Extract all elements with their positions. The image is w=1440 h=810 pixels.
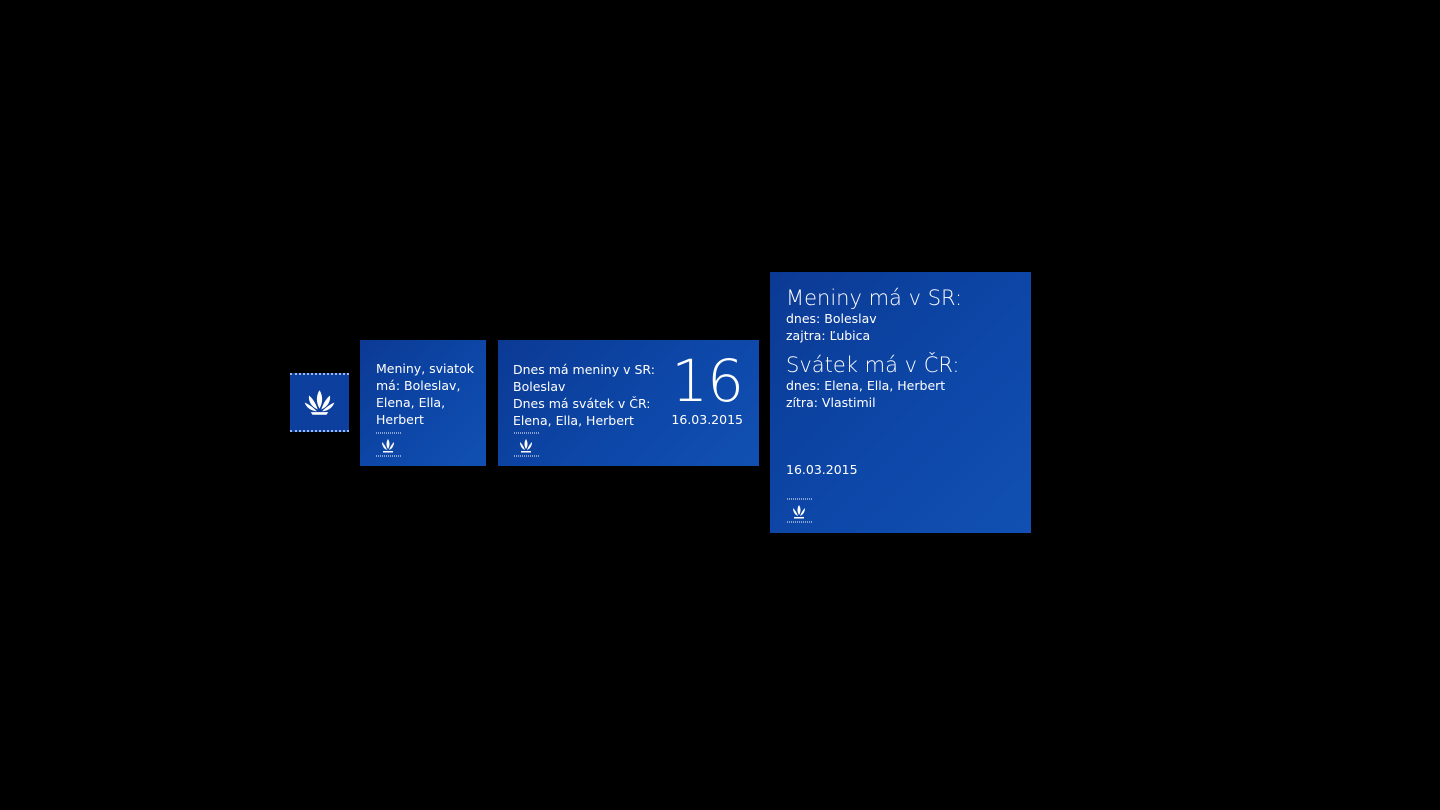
wide-cr-label: Dnes má svátek v ČR: (513, 396, 651, 411)
day-number: 16 (671, 347, 744, 415)
lotus-logo-icon (787, 498, 812, 523)
medium-tile-text: Meniny, sviatok má: Boleslav, Elena, Ell… (376, 361, 474, 427)
start-screen: Meniny, sviatok má: Boleslav, Elena, Ell… (0, 0, 1440, 810)
wide-date: 16.03.2015 (671, 412, 743, 427)
large-date: 16.03.2015 (786, 462, 858, 477)
wide-sr-names: Boleslav (513, 379, 566, 394)
lotus-logo-icon (376, 432, 401, 457)
cr-today: dnes: Elena, Ella, Herbert (786, 378, 946, 393)
large-tile[interactable]: Meniny má v SR: dnes: Boleslav zajtra: Ľ… (770, 272, 1031, 533)
cr-heading: Svátek má v ČR: (786, 353, 960, 377)
cr-tomorrow: zítra: Vlastimil (786, 395, 876, 410)
wide-sr-label: Dnes má meniny v SR: (513, 362, 655, 377)
sr-today: dnes: Boleslav (786, 311, 877, 326)
sr-tomorrow: zajtra: Ľubica (786, 328, 871, 343)
sr-heading: Meniny má v SR: (786, 286, 963, 310)
lotus-logo-icon (514, 432, 539, 457)
small-tile[interactable] (290, 373, 349, 432)
lotus-flower-icon (304, 390, 335, 415)
wide-tile[interactable]: Dnes má meniny v SR: Boleslav Dnes má sv… (498, 340, 759, 466)
wide-cr-names: Elena, Ella, Herbert (513, 413, 634, 428)
medium-tile[interactable]: Meniny, sviatok má: Boleslav, Elena, Ell… (360, 340, 486, 466)
